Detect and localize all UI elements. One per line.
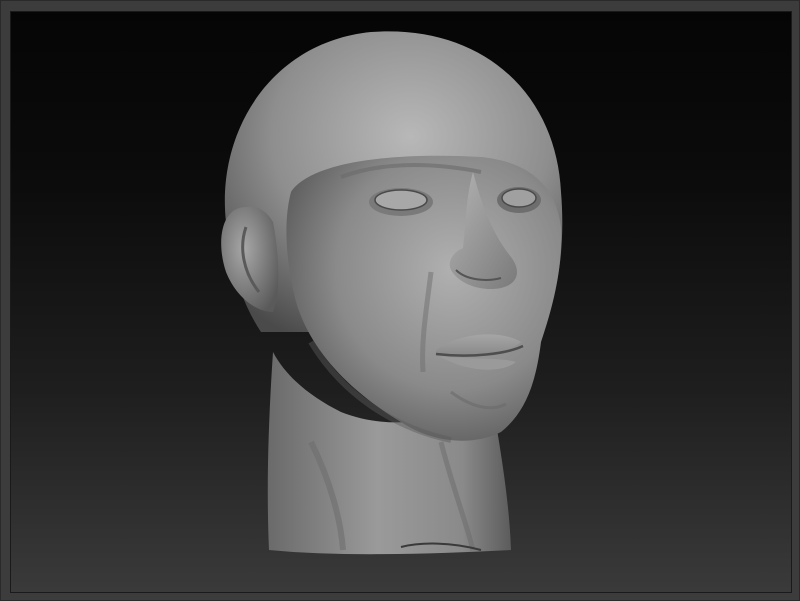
right-eye <box>497 187 541 213</box>
3d-viewport[interactable] <box>10 11 792 593</box>
sculpt-render <box>221 31 563 555</box>
left-eye <box>369 188 433 216</box>
ear <box>221 206 279 312</box>
app-window-frame <box>0 0 800 601</box>
